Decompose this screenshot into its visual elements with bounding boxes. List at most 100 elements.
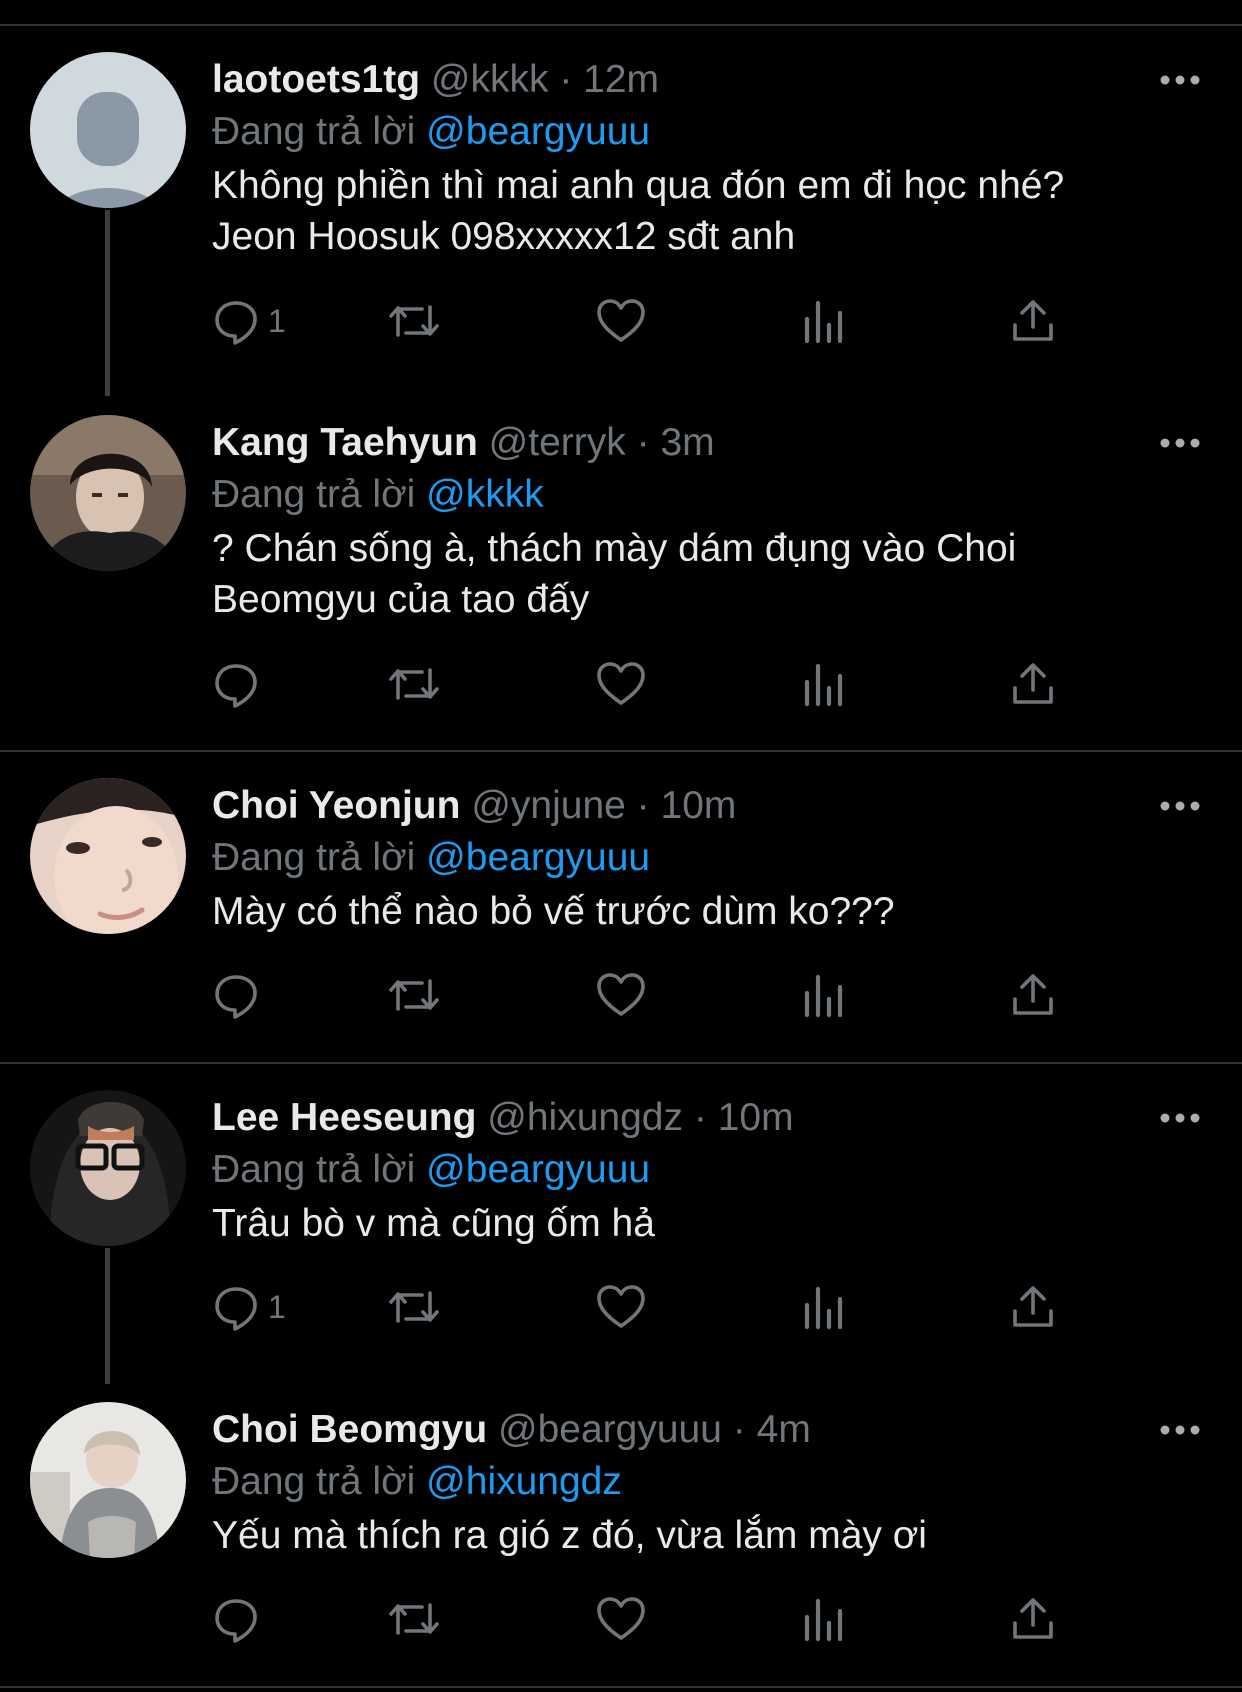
retweet-button[interactable]: [386, 1277, 442, 1337]
reply-button[interactable]: [212, 1589, 268, 1649]
user-handle[interactable]: @hixungdz: [487, 1096, 683, 1139]
avatar-photo[interactable]: [30, 778, 186, 934]
like-button[interactable]: [596, 291, 646, 351]
tweet-header: Lee Heeseung @hixungdz · 10m: [212, 1094, 794, 1142]
bar-chart-icon: [804, 974, 843, 1018]
views-button[interactable]: [802, 291, 846, 351]
bar-chart-icon: [804, 1286, 843, 1330]
tweet[interactable]: Choi Yeonjun @ynjune · 10m Đang trả lời …: [0, 760, 1242, 1060]
tweet[interactable]: Choi Beomgyu @beargyuuu · 4m Đang trả lờ…: [0, 1384, 1242, 1684]
retweet-icon: [389, 979, 439, 1011]
thread-line: [105, 210, 110, 396]
tweet-header: laotoets1tg @kkkk · 12m: [212, 56, 659, 104]
retweet-button[interactable]: [386, 291, 442, 351]
timestamp[interactable]: 4m: [757, 1408, 811, 1451]
share-icon: [1013, 1286, 1053, 1327]
display-name[interactable]: Choi Yeonjun: [212, 784, 460, 827]
action-bar: 1: [212, 1277, 1112, 1337]
like-button[interactable]: [596, 1589, 646, 1649]
like-button[interactable]: [596, 654, 646, 714]
profile-photo-icon: [30, 415, 186, 571]
profile-photo-icon: [30, 778, 186, 934]
display-name[interactable]: Lee Heeseung: [212, 1096, 476, 1139]
reply-button[interactable]: 1: [212, 1277, 286, 1337]
timestamp[interactable]: 10m: [661, 784, 737, 827]
reply-button[interactable]: [212, 654, 268, 714]
speech-bubble-icon: [215, 1599, 257, 1643]
retweet-button[interactable]: [386, 965, 442, 1025]
avatar-photo[interactable]: [30, 1402, 186, 1558]
tweet-text-line: Trâu bò v mà cũng ốm hả: [212, 1202, 655, 1245]
replying-to-label: Đang trả lời: [212, 473, 416, 516]
replying-to-label: Đang trả lời: [212, 1460, 416, 1503]
mention-link[interactable]: @kkkk: [426, 473, 544, 516]
avatar-default[interactable]: [30, 52, 186, 208]
share-icon: [1013, 1598, 1053, 1639]
speech-bubble-icon: [215, 975, 257, 1019]
tweet-text: Yếu mà thích ra gió z đó, vừa lắm mày ơi: [212, 1510, 1212, 1561]
like-button[interactable]: [596, 1277, 646, 1337]
user-handle[interactable]: @ynjune: [471, 784, 626, 827]
more-dots-icon: [1160, 438, 1200, 448]
share-button[interactable]: [1010, 1277, 1056, 1337]
tweet-divider: [0, 1686, 1242, 1688]
tweet[interactable]: Kang Taehyun @terryk · 3m Đang trả lời @…: [0, 397, 1242, 747]
profile-photo-icon: [30, 1402, 186, 1558]
top-divider: [0, 24, 1242, 26]
display-name[interactable]: Choi Beomgyu: [212, 1408, 487, 1451]
speech-bubble-icon: [215, 301, 257, 345]
timestamp[interactable]: 10m: [718, 1096, 794, 1139]
timestamp[interactable]: 12m: [583, 58, 659, 101]
mention-link[interactable]: @hixungdz: [426, 1460, 622, 1503]
tweet[interactable]: laotoets1tg @kkkk · 12m Đang trả lời @be…: [0, 34, 1242, 396]
default-avatar-icon: [30, 52, 186, 208]
views-button[interactable]: [802, 1277, 846, 1337]
replying-to: Đang trả lời @kkkk: [212, 471, 544, 519]
user-handle[interactable]: @terryk: [489, 421, 626, 464]
share-button[interactable]: [1010, 654, 1056, 714]
more-options-button[interactable]: [1158, 1108, 1202, 1128]
tweet-text-line: ? Chán sống à, thách mày dám đụng vào Ch…: [212, 527, 1017, 570]
replying-to: Đang trả lời @beargyuuu: [212, 834, 650, 882]
like-button[interactable]: [596, 965, 646, 1025]
avatar-photo[interactable]: [30, 1090, 186, 1246]
more-options-button[interactable]: [1158, 70, 1202, 90]
share-button[interactable]: [1010, 291, 1056, 351]
views-button[interactable]: [802, 654, 846, 714]
action-bar: [212, 654, 1112, 714]
more-options-button[interactable]: [1158, 433, 1202, 453]
more-options-button[interactable]: [1158, 1420, 1202, 1440]
replying-to: Đang trả lời @beargyuuu: [212, 1146, 650, 1194]
tweet-text-line: Jeon Hoosuk 098xxxxx12 sđt anh: [212, 215, 796, 258]
user-handle[interactable]: @beargyuuu: [498, 1408, 722, 1451]
avatar-photo[interactable]: [30, 415, 186, 571]
display-name[interactable]: laotoets1tg: [212, 58, 420, 101]
retweet-icon: [389, 668, 439, 700]
tweet-divider: [0, 750, 1242, 752]
mention-link[interactable]: @beargyuuu: [426, 836, 650, 879]
share-button[interactable]: [1010, 965, 1056, 1025]
views-button[interactable]: [802, 1589, 846, 1649]
display-name[interactable]: Kang Taehyun: [212, 421, 478, 464]
timestamp[interactable]: 3m: [660, 421, 714, 464]
retweet-icon: [389, 1603, 439, 1635]
retweet-button[interactable]: [386, 1589, 442, 1649]
share-icon: [1013, 974, 1053, 1015]
reply-button[interactable]: 1: [212, 291, 286, 351]
share-button[interactable]: [1010, 1589, 1056, 1649]
mention-link[interactable]: @beargyuuu: [426, 110, 650, 153]
views-button[interactable]: [802, 965, 846, 1025]
retweet-button[interactable]: [386, 654, 442, 714]
reply-count: 1: [268, 302, 286, 339]
tweet-text: ? Chán sống à, thách mày dám đụng vào Ch…: [212, 523, 1212, 625]
user-handle[interactable]: @kkkk: [431, 58, 549, 101]
replying-to-label: Đang trả lời: [212, 836, 416, 879]
reply-button[interactable]: [212, 965, 268, 1025]
tweet-header: Choi Yeonjun @ynjune · 10m: [212, 782, 736, 830]
more-options-button[interactable]: [1158, 796, 1202, 816]
tweet-header: Kang Taehyun @terryk · 3m: [212, 419, 715, 467]
tweet[interactable]: Lee Heeseung @hixungdz · 10m Đang trả lờ…: [0, 1072, 1242, 1384]
retweet-icon: [389, 305, 439, 337]
heart-icon: [597, 299, 645, 342]
mention-link[interactable]: @beargyuuu: [426, 1148, 650, 1191]
